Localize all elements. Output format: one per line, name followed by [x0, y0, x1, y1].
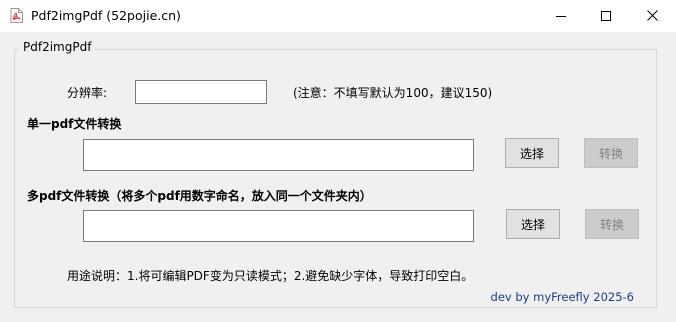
resolution-label: 分辨率: [67, 86, 108, 100]
window-title: Pdf2imgPdf (52pojie.cn) [31, 8, 181, 23]
pdf-file-icon [10, 8, 23, 23]
multi-select-button[interactable]: 选择 [506, 209, 560, 239]
resolution-note: (注意：不填写默认为100，建议150) [293, 86, 493, 100]
single-select-button[interactable]: 选择 [505, 138, 559, 168]
multi-pdf-folder-input[interactable] [83, 210, 474, 242]
developer-credit: dev by myFreefly 2025-6 [490, 290, 634, 304]
multi-convert-button[interactable]: 转换 [585, 209, 639, 239]
close-icon [646, 10, 658, 21]
maximize-icon [601, 10, 611, 21]
single-convert-button[interactable]: 转换 [584, 138, 638, 168]
multi-pdf-heading: 多pdf文件转换（将多个pdf用数字命名，放入同一个文件夹内） [27, 189, 372, 203]
single-pdf-heading: 单一pdf文件转换 [27, 117, 122, 131]
app-window: Pdf2imgPdf (52pojie.cn) Pdf2imgPdf 分辨率: … [0, 0, 676, 322]
usage-description: 用途说明：1.将可编辑PDF变为只读模式；2.避免缺少字体，导致打印空白。 [67, 269, 474, 283]
minimize-icon [556, 11, 566, 21]
title-bar[interactable]: Pdf2imgPdf (52pojie.cn) [0, 0, 676, 32]
resolution-input[interactable] [135, 80, 267, 104]
groupbox-legend: Pdf2imgPdf [19, 40, 96, 54]
maximize-button[interactable] [583, 0, 629, 31]
minimize-button[interactable] [538, 0, 584, 31]
close-button[interactable] [629, 0, 675, 31]
single-pdf-path-input[interactable] [83, 139, 474, 171]
